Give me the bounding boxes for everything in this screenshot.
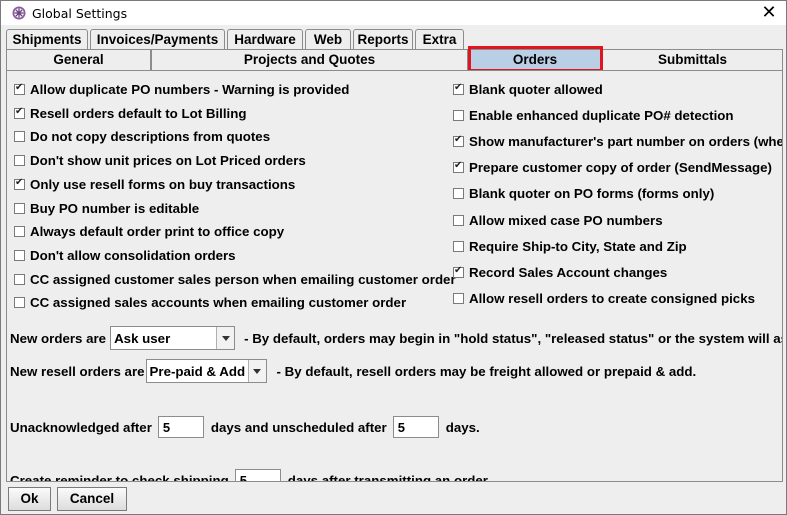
tab-shipments[interactable]: Shipments [6,29,88,50]
checkbox[interactable] [453,160,464,173]
checkbox[interactable] [14,177,25,190]
global-settings-window: Global Settings ✕ Shipments Invoices/Pay… [0,0,787,515]
option-require-ship-to[interactable]: Require Ship-to City, State and Zip [453,237,687,255]
unscheduled-days-input[interactable]: 5 [392,416,439,438]
tab-general[interactable]: General [6,49,151,70]
tab-extra[interactable]: Extra [415,29,464,50]
checkbox[interactable] [14,130,25,142]
reminder-row: Create reminder to check shipping 5 days… [10,468,491,482]
new-orders-row: New orders are Ask user - By default, or… [10,326,783,350]
checkbox[interactable] [453,240,464,252]
ok-button[interactable]: Ok [8,487,51,511]
checkbox[interactable] [453,82,464,95]
close-icon[interactable]: ✕ [758,2,780,24]
window-title: Global Settings [32,6,128,21]
orders-settings-panel: Allow duplicate PO numbers - Warning is … [6,70,783,482]
new-orders-label: New orders are [10,330,107,346]
tab-web[interactable]: Web [305,29,351,50]
option-consigned-picks[interactable]: Allow resell orders to create consigned … [453,289,755,307]
option-cc-sales-accounts[interactable]: CC assigned sales accounts when emailing… [14,293,406,311]
title-bar: Global Settings ✕ [1,1,786,25]
reminder-after-label: days after transmitting an order. [287,472,491,482]
days-label: days. [445,419,480,435]
checkbox[interactable] [453,109,464,121]
unacknowledged-label: Unacknowledged after [10,419,152,435]
tab-row-bottom: General Projects and Quotes Orders Submi… [6,49,783,70]
tab-hardware[interactable]: Hardware [227,29,303,50]
tab-reports[interactable]: Reports [353,29,413,50]
chevron-down-icon[interactable] [247,360,266,382]
chevron-down-icon[interactable] [216,327,235,349]
tab-projects-and-quotes[interactable]: Projects and Quotes [151,49,468,70]
option-blank-quoter-po-forms[interactable]: Blank quoter on PO forms (forms only) [453,184,714,202]
option-enhanced-duplicate-po[interactable]: Enable enhanced duplicate PO# detection [453,106,734,124]
checkbox[interactable] [14,82,25,95]
checkbox[interactable] [14,154,25,166]
option-record-sales-account[interactable]: Record Sales Account changes [453,263,667,281]
unscheduled-label: days and unscheduled after [210,419,387,435]
new-resell-orders-hint: - By default, resell orders may be freig… [276,363,697,379]
tab-orders[interactable]: Orders [468,49,602,70]
checkbox[interactable] [14,106,25,119]
new-orders-hint: - By default, orders may begin in "hold … [244,330,783,346]
unacknowledged-days-input[interactable]: 5 [157,416,204,438]
option-resell-forms-buy[interactable]: Only use resell forms on buy transaction… [14,175,295,193]
option-blank-quoter[interactable]: Blank quoter allowed [453,80,603,98]
tab-submittals[interactable]: Submittals [602,49,783,70]
tab-invoices-payments[interactable]: Invoices/Payments [90,29,225,50]
checkbox[interactable] [14,225,25,237]
option-prepare-customer-copy[interactable]: Prepare customer copy of order (SendMess… [453,158,772,176]
new-resell-orders-label: New resell orders are [10,363,145,379]
option-mixed-case-po[interactable]: Allow mixed case PO numbers [453,211,663,229]
gear-flower-icon [11,5,27,21]
option-default-office-copy[interactable]: Always default order print to office cop… [14,222,284,240]
checkbox[interactable] [14,202,25,214]
dialog-button-bar: Ok Cancel [1,483,786,514]
checkbox[interactable] [14,249,25,261]
reminder-label: Create reminder to check shipping [10,472,229,482]
checkbox[interactable] [453,134,464,147]
new-orders-select[interactable]: Ask user [110,326,236,350]
option-no-consolidation[interactable]: Don't allow consolidation orders [14,246,236,264]
option-cc-sales-person[interactable]: CC assigned customer sales person when e… [14,270,456,288]
checkbox[interactable] [453,292,464,304]
new-resell-orders-select[interactable]: Pre-paid & Add [145,359,267,383]
option-resell-lot-billing[interactable]: Resell orders default to Lot Billing [14,104,246,122]
option-no-copy-descriptions[interactable]: Do not copy descriptions from quotes [14,127,270,145]
option-show-mfr-part-number[interactable]: Show manufacturer's part number on order… [453,132,782,150]
option-allow-duplicate-po[interactable]: Allow duplicate PO numbers - Warning is … [14,80,349,98]
checkbox[interactable] [14,296,25,308]
new-resell-orders-row: New resell orders are Pre-paid & Add - B… [10,359,696,383]
checkbox[interactable] [453,214,464,226]
option-hide-unit-prices[interactable]: Don't show unit prices on Lot Priced ord… [14,151,306,169]
checkbox[interactable] [453,265,464,278]
reminder-days-input[interactable]: 5 [234,469,281,481]
option-buy-po-editable[interactable]: Buy PO number is editable [14,199,199,217]
checkbox[interactable] [453,187,464,199]
cancel-button[interactable]: Cancel [57,487,127,511]
checkbox[interactable] [14,273,25,285]
unacknowledged-row: Unacknowledged after 5 days and unschedu… [10,415,480,439]
